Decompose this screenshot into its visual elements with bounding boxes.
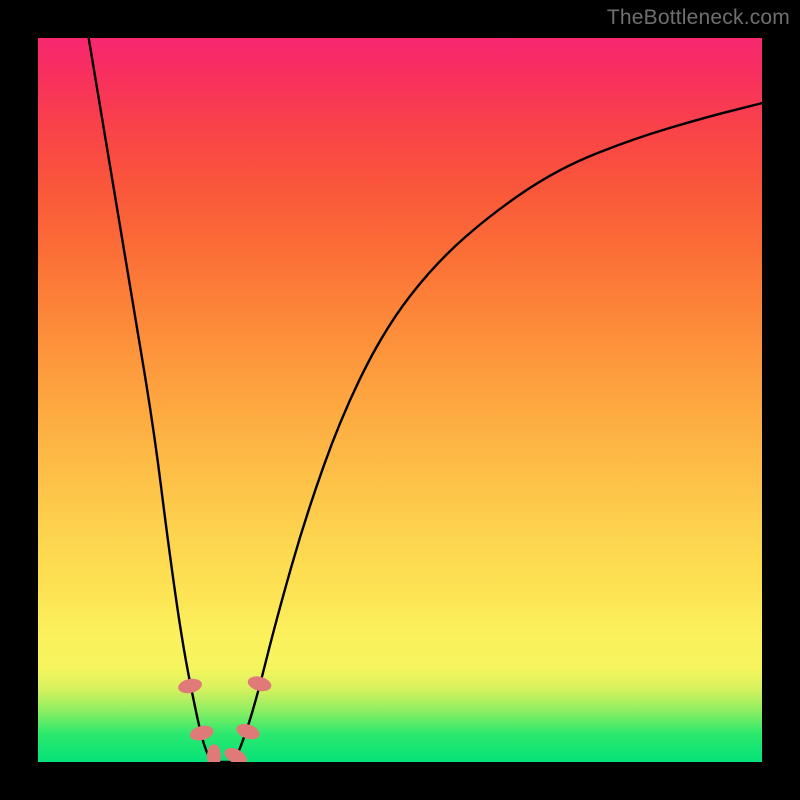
curve-markers (177, 674, 273, 762)
marker-bottom-right (222, 745, 250, 762)
bottleneck-curve (89, 38, 762, 762)
plot-svg (38, 38, 762, 762)
marker-left-upper (177, 677, 203, 695)
marker-bottom-left (207, 744, 221, 762)
marker-left-lower (188, 723, 215, 742)
chart-frame: TheBottleneck.com (0, 0, 800, 800)
watermark-text: TheBottleneck.com (607, 6, 790, 30)
marker-right-upper (246, 674, 273, 693)
plot-area (38, 38, 762, 762)
